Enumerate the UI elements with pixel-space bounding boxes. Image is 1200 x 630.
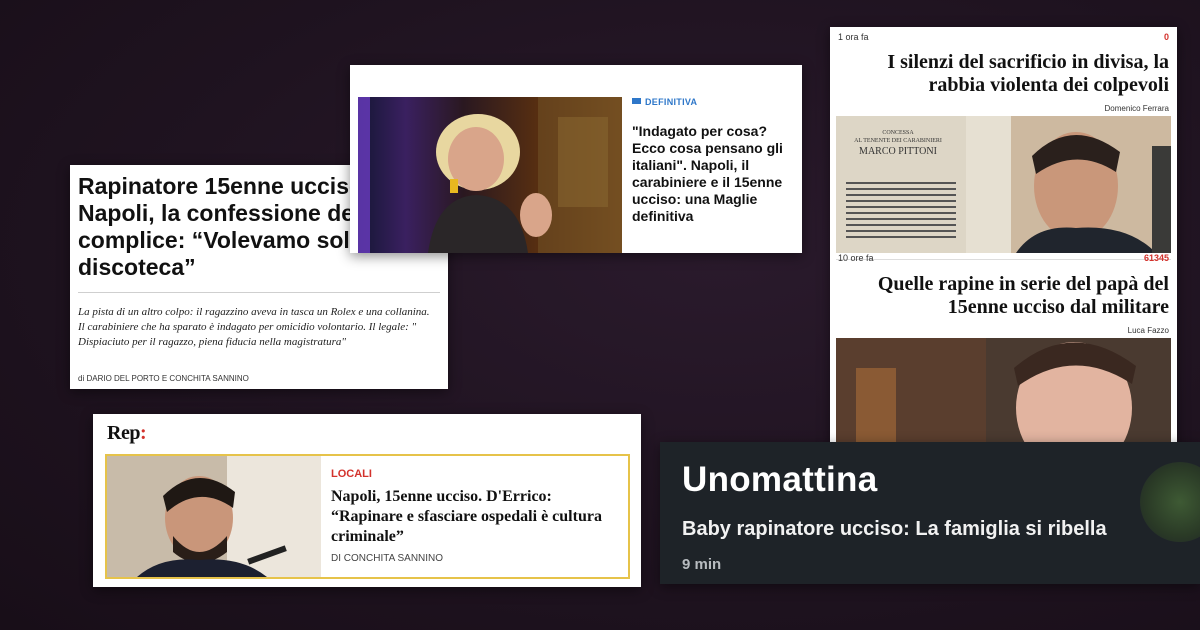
story-author: Luca Fazzo — [1127, 326, 1169, 335]
article-headline[interactable]: Napoli, 15enne ucciso. D'Errico: “Rapina… — [331, 487, 621, 547]
background-foliage — [1140, 462, 1200, 542]
article-summary: La pista di un altro colpo: il ragazzino… — [78, 306, 430, 348]
story-headline[interactable]: Quelle rapine in serie del papà del 15en… — [838, 273, 1169, 319]
plaque-line: MARCO PITTONI — [859, 146, 937, 157]
article-card-definitiva[interactable]: DEFINITIVA "Indagato per cosa? Ecco cosa… — [350, 65, 802, 253]
divider — [836, 259, 1171, 260]
section-tag[interactable]: LOCALI — [331, 468, 372, 480]
program-title[interactable]: Unomattina — [682, 460, 878, 500]
comment-count[interactable]: 61345 — [1144, 253, 1169, 263]
plaque-text: CONCESSA AL TENENTE DEI CARABINIERI MARC… — [848, 130, 948, 157]
story-time: 10 ore fa — [838, 253, 874, 263]
rep-logo[interactable]: Rep: — [107, 422, 147, 445]
article-image-portrait[interactable] — [107, 456, 321, 577]
top-bar — [350, 65, 802, 95]
video-headline[interactable]: Baby rapinatore ucciso: La famiglia si r… — [682, 518, 1107, 541]
video-card-unomattina[interactable]: Unomattina Baby rapinatore ucciso: La fa… — [660, 442, 1200, 584]
article-byline: di DARIO DEL PORTO E CONCHITA SANNINO — [78, 374, 249, 383]
plaque-line: CONCESSA — [882, 130, 914, 136]
article-frame[interactable]: LOCALI Napoli, 15enne ucciso. D'Errico: … — [105, 454, 630, 579]
article-byline: DI CONCHITA SANNINO — [331, 553, 444, 564]
story-author: Domenico Ferrara — [1104, 104, 1169, 113]
article-list-card: 1 ora fa 0 I silenzi del sacrificio in d… — [830, 27, 1177, 464]
rep-logo-text: Rep — [107, 422, 140, 444]
article-card-rep[interactable]: Rep: LOCALI Napoli, 15enne ucciso. D'Err… — [93, 414, 641, 587]
story-time: 1 ora fa — [838, 32, 869, 42]
video-duration: 9 min — [682, 556, 722, 573]
story-image-portrait[interactable] — [836, 338, 1171, 458]
section-tag[interactable]: DEFINITIVA — [632, 97, 697, 107]
video-thumbnail[interactable] — [358, 97, 622, 253]
divider — [78, 292, 440, 293]
rep-logo-mark: : — [139, 422, 147, 444]
story-image-plaque-portrait[interactable]: CONCESSA AL TENENTE DEI CARABINIERI MARC… — [836, 116, 1171, 253]
section-tag-label: DEFINITIVA — [645, 97, 698, 107]
article-headline[interactable]: "Indagato per cosa? Ecco cosa pensano gl… — [632, 123, 792, 225]
comment-count[interactable]: 0 — [1164, 32, 1169, 42]
tag-square-icon — [632, 98, 641, 104]
plaque-line: AL TENENTE DEI CARABINIERI — [854, 138, 942, 144]
story-headline[interactable]: I silenzi del sacrificio in divisa, la r… — [838, 51, 1169, 97]
